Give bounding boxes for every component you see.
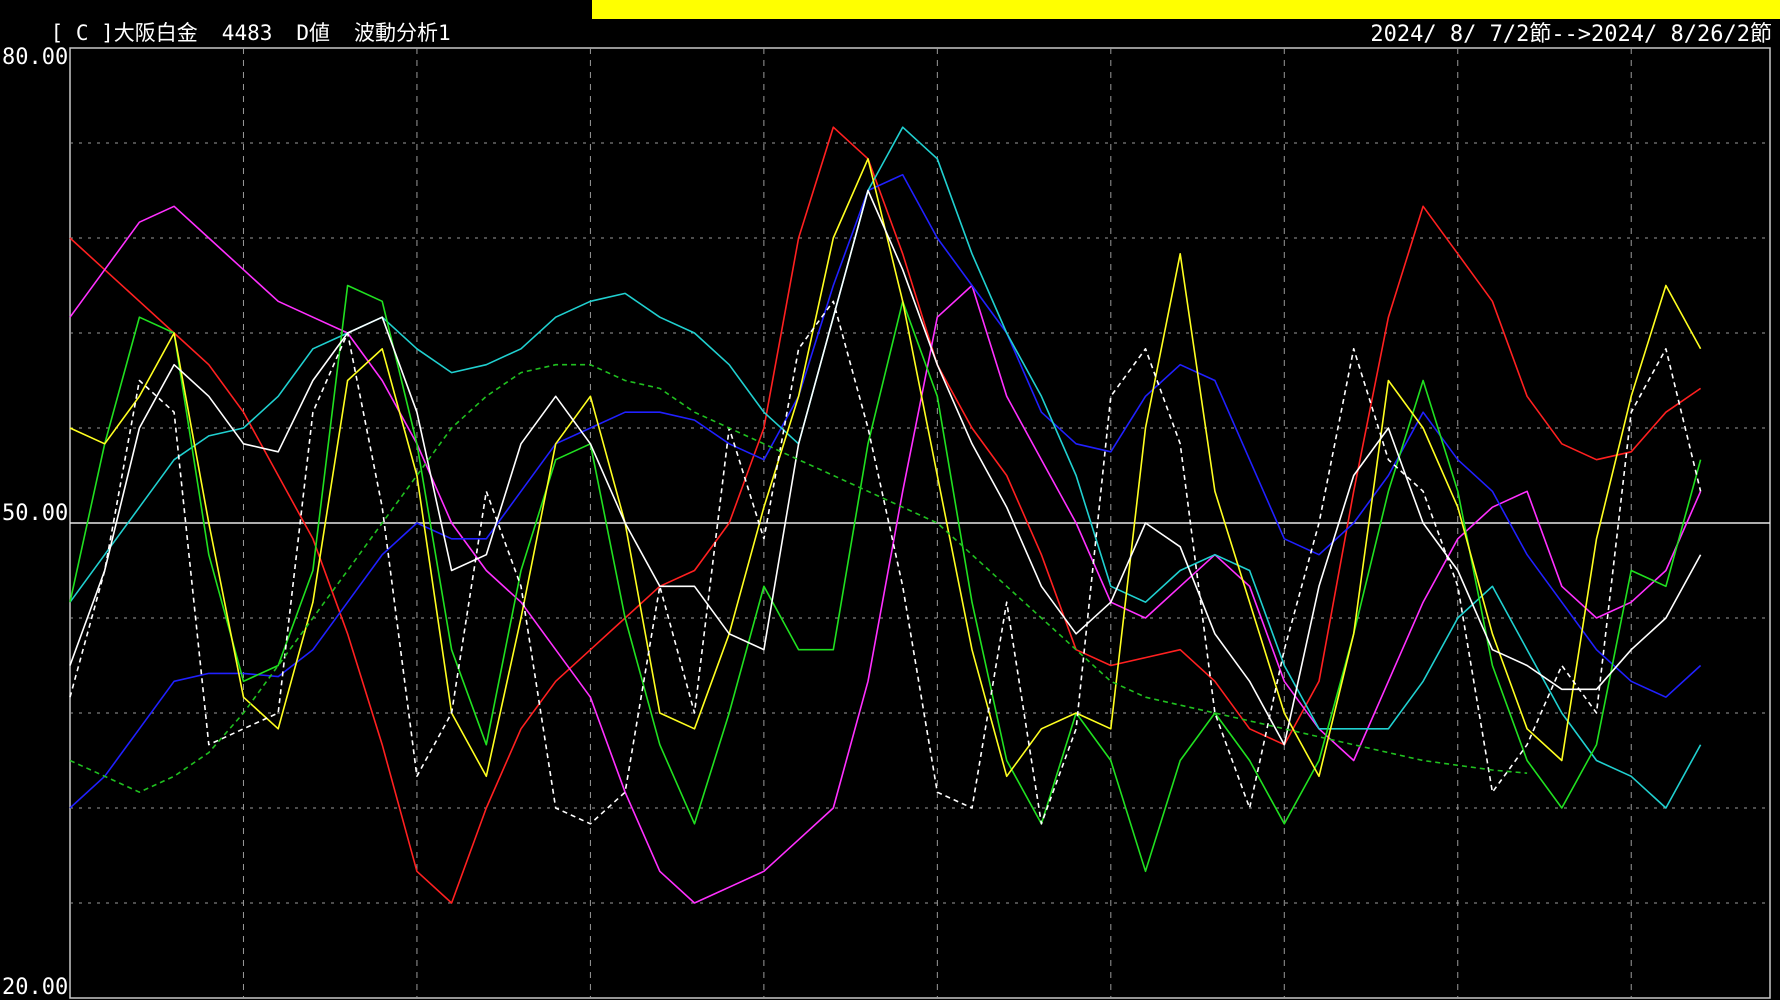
market-name: [ C ]大阪白金 — [50, 21, 198, 45]
chart-header: [ C ]大阪白金 4483 D値 波動分析1 — [0, 0, 590, 44]
y-tick-label: 20.00 — [2, 975, 68, 1000]
series-lines — [69, 126, 1702, 904]
value-type: D値 — [296, 21, 331, 45]
series-line-1 — [69, 126, 1702, 904]
contract-code: 4483 — [221, 21, 273, 45]
highlight-bar — [592, 0, 1780, 19]
series-line-7 — [69, 189, 1702, 746]
date-range: 2024/ 8/ 7/2節-->2024/ 8/26/2節 — [1370, 22, 1772, 47]
chart-screen: 80.00 50.00 20.00 [ C ]大阪白金 4483 D値 波動分析1 202… — [0, 0, 1780, 1000]
wave-analysis-chart: 80.0050.0020.00 — [2, 45, 1771, 1000]
series-line-5 — [69, 284, 1702, 873]
analysis-type: 波動分析1 — [354, 21, 451, 45]
y-tick-label: 50.00 — [2, 501, 68, 526]
y-axis: 80.0050.0020.00 — [2, 45, 68, 1000]
